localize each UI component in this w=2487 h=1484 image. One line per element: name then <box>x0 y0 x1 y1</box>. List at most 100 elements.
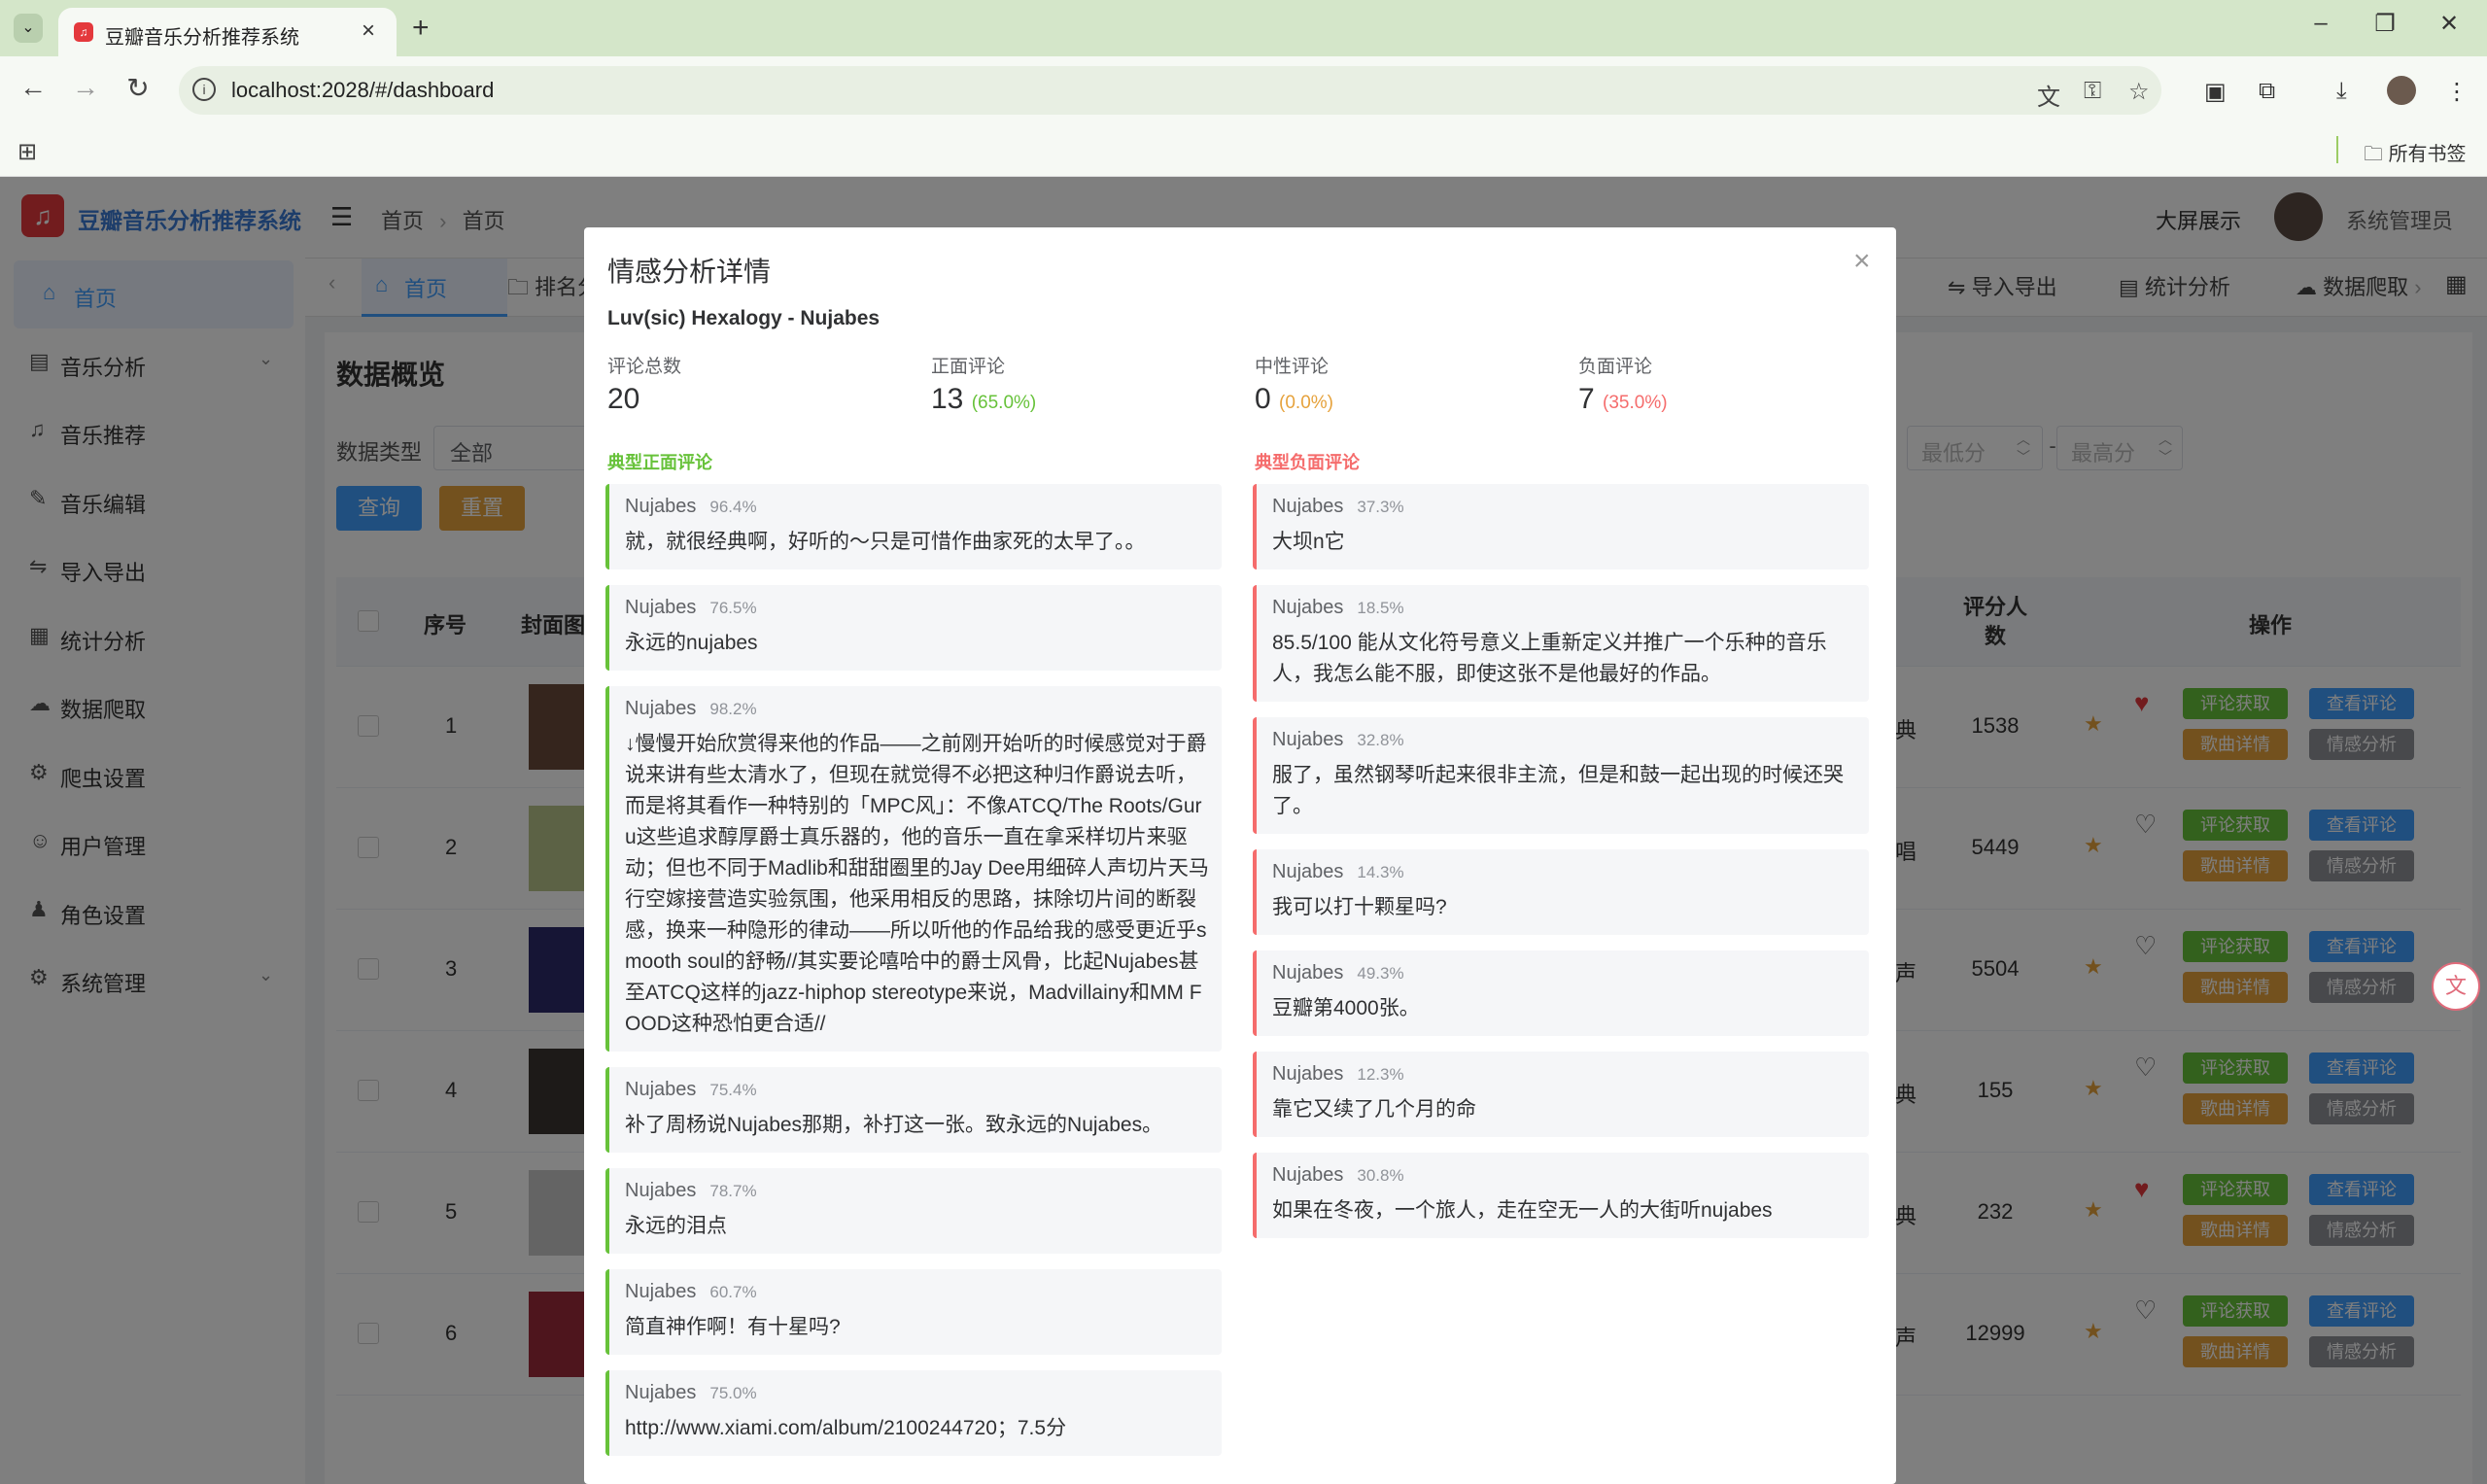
comment-score: 75.4% <box>709 1081 757 1099</box>
comment-author: Nujabes 32.8% <box>1272 729 1404 750</box>
comment-author: Nujabes 12.3% <box>1272 1063 1404 1085</box>
comment-text: 85.5/100 能从文化符号意义上重新定义并推广一个乐种的音乐人，我怎么能不服… <box>1272 632 1827 685</box>
comment-text: 大坝n它 <box>1272 531 1345 553</box>
back-icon[interactable]: ← <box>14 72 52 103</box>
close-icon[interactable]: × <box>362 17 375 45</box>
comment-score: 60.7% <box>709 1283 757 1301</box>
minimize-icon[interactable]: – <box>2301 10 2340 37</box>
comment-author: Nujabes 96.4% <box>625 496 757 517</box>
download-icon[interactable]: ⤓ <box>2336 78 2347 105</box>
stat-percent: (0.0%) <box>1279 393 1333 413</box>
comment-author: Nujabes 78.7% <box>625 1180 757 1201</box>
address-bar-row: ← → ↻ i localhost:2028/#/dashboard 文 ⚿ ☆… <box>0 56 2487 126</box>
comment-text: http://www.xiami.com/album/2100244720；7.… <box>625 1417 1067 1439</box>
folder-icon: 🗀 <box>2364 144 2383 165</box>
negative-comment-card: Nujabes 18.5% 85.5/100 能从文化符号意义上重新定义并推广一个乐… <box>1253 585 1869 702</box>
stat-percent: (35.0%) <box>1603 393 1668 413</box>
comment-author: Nujabes 30.8% <box>1272 1164 1404 1186</box>
comment-author: Nujabes 98.2% <box>625 698 757 719</box>
comment-author: Nujabes 18.5% <box>1272 597 1404 618</box>
reload-icon[interactable]: ↻ <box>119 72 157 104</box>
comment-score: 98.2% <box>709 700 757 718</box>
new-tab-button[interactable]: + <box>412 12 430 45</box>
comment-text: 就，就很经典啊，好听的～只是可惜作曲家死的太早了。。 <box>625 531 1146 553</box>
comment-score: 78.7% <box>709 1182 757 1200</box>
comment-text: 永远的泪点 <box>625 1215 727 1237</box>
forward-icon[interactable]: → <box>66 72 105 103</box>
comment-author: Nujabes 75.4% <box>625 1079 757 1100</box>
positive-comment-card: Nujabes 75.0% http://www.xiami.com/album/2… <box>605 1370 1222 1456</box>
stat-label: 负面评论 <box>1578 357 1653 377</box>
comment-author: Nujabes 76.5% <box>625 597 757 618</box>
stat-number: 7 <box>1578 383 1595 415</box>
star-icon[interactable]: ☆ <box>2128 78 2150 106</box>
profile-avatar[interactable] <box>2387 76 2416 105</box>
extensions-icon[interactable]: ⧉ <box>2259 78 2275 105</box>
close-icon[interactable]: × <box>1853 245 1871 278</box>
negative-comment-card: Nujabes 30.8% 如果在冬夜，一个旅人，走在空无一人的大街听nujabes <box>1253 1153 1869 1238</box>
bookmark-divider <box>2336 136 2338 163</box>
comment-score: 30.8% <box>1357 1166 1404 1185</box>
all-bookmarks[interactable]: 🗀 所有书签 <box>2364 138 2467 173</box>
window-close-icon[interactable]: ✕ <box>2430 10 2469 38</box>
comment-score: 76.5% <box>709 599 757 617</box>
negative-comment-card: Nujabes 14.3% 我可以打十颗星吗? <box>1253 849 1869 935</box>
comment-score: 96.4% <box>709 498 757 516</box>
stat-number: 13 <box>931 383 964 415</box>
negative-comment-card: Nujabes 37.3% 大坝n它 <box>1253 484 1869 569</box>
stat-percent: (65.0%) <box>971 393 1037 413</box>
comment-text: 我可以打十颗星吗? <box>1272 896 1447 918</box>
comment-author: Nujabes 14.3% <box>1272 861 1404 882</box>
terminal-extension-icon[interactable]: ▣ <box>2204 78 2227 106</box>
translate-float-icon[interactable]: 文 <box>2432 962 2480 1011</box>
sentiment-dialog: 情感分析详情 × Luv(sic) Hexalogy - Nujabes 评论总… <box>584 227 1896 1484</box>
stat-label: 正面评论 <box>931 357 1006 377</box>
comment-text: 豆瓣第4000张。 <box>1272 997 1420 1019</box>
comment-text: 永远的nujabes <box>625 632 758 654</box>
comment-text: 靠它又续了几个月的命 <box>1272 1098 1476 1121</box>
positive-comment-card: Nujabes 96.4% 就，就很经典啊，好听的～只是可惜作曲家死的太早了。。 <box>605 484 1222 569</box>
comment-text: 补了周杨说Nujabes那期，补打这一张。致永远的Nujabes。 <box>625 1114 1163 1136</box>
bookmark-bar: ⊞ 🗀 所有书签 <box>0 126 2487 177</box>
url-text[interactable]: localhost:2028/#/dashboard <box>231 78 494 103</box>
comment-text: 如果在冬夜，一个旅人，走在空无一人的大街听nujabes <box>1272 1199 1773 1222</box>
comment-author: Nujabes 49.3% <box>1272 962 1404 984</box>
translate-icon[interactable]: 文 <box>2037 78 2060 112</box>
stat-value: 0 (0.0%) <box>1255 383 1333 416</box>
browser-tab[interactable]: ♫ 豆瓣音乐分析推荐系统 × <box>58 8 397 56</box>
headphones-icon: ♫ <box>74 22 93 42</box>
positive-comment-card: Nujabes 78.7% 永远的泪点 <box>605 1168 1222 1254</box>
tab-title: 豆瓣音乐分析推荐系统 <box>105 27 299 49</box>
comment-text: ↓慢慢开始欣赏得来他的作品——之前刚开始听的时候感觉对于爵说来讲有些太清水了，但… <box>625 733 1209 1035</box>
comment-score: 49.3% <box>1357 964 1404 983</box>
dialog-title: 情感分析详情 <box>607 257 772 287</box>
stat-value: 20 <box>607 383 639 416</box>
stat-value: 13 (65.0%) <box>931 383 1036 416</box>
positive-comment-card: Nujabes 75.4% 补了周杨说Nujabes那期，补打这一张。致永远的Nuj… <box>605 1067 1222 1153</box>
negative-comment-card: Nujabes 49.3% 豆瓣第4000张。 <box>1253 950 1869 1036</box>
menu-icon[interactable]: ⋮ <box>2445 78 2469 106</box>
omnibox[interactable]: i localhost:2028/#/dashboard 文 ⚿ ☆ <box>179 66 2161 115</box>
positive-comment-card: Nujabes 98.2% ↓慢慢开始欣赏得来他的作品——之前刚开始听的时候感觉对于… <box>605 686 1222 1052</box>
comment-score: 12.3% <box>1357 1065 1404 1084</box>
comment-score: 75.0% <box>709 1384 757 1402</box>
negative-section-title: 典型负面评论 <box>1255 453 1360 472</box>
tab-search-button[interactable]: ⌄ <box>14 14 43 43</box>
positive-comment-card: Nujabes 76.5% 永远的nujabes <box>605 585 1222 671</box>
comment-author: Nujabes 75.0% <box>625 1382 757 1403</box>
restore-icon[interactable]: ❐ <box>2366 10 2404 38</box>
stat-label: 中性评论 <box>1255 357 1330 377</box>
comment-author: Nujabes 60.7% <box>625 1281 757 1302</box>
song-title: Luv(sic) Hexalogy - Nujabes <box>607 307 881 329</box>
key-icon[interactable]: ⚿ <box>2084 78 2101 105</box>
stat-label: 评论总数 <box>607 357 682 377</box>
negative-comment-card: Nujabes 32.8% 服了，虽然钢琴听起来很非主流，但是和鼓一起出现的时候还哭… <box>1253 717 1869 834</box>
positive-comment-card: Nujabes 60.7% 简直神作啊！有十星吗? <box>605 1269 1222 1355</box>
comment-score: 14.3% <box>1357 863 1404 881</box>
apps-grid-icon[interactable]: ⊞ <box>17 138 37 166</box>
comment-score: 37.3% <box>1357 498 1404 516</box>
site-info-icon[interactable]: i <box>192 78 216 101</box>
stat-number: 20 <box>607 383 640 415</box>
comment-author: Nujabes 37.3% <box>1272 496 1404 517</box>
comment-text: 服了，虽然钢琴听起来很非主流，但是和鼓一起出现的时候还哭了。 <box>1272 764 1844 817</box>
